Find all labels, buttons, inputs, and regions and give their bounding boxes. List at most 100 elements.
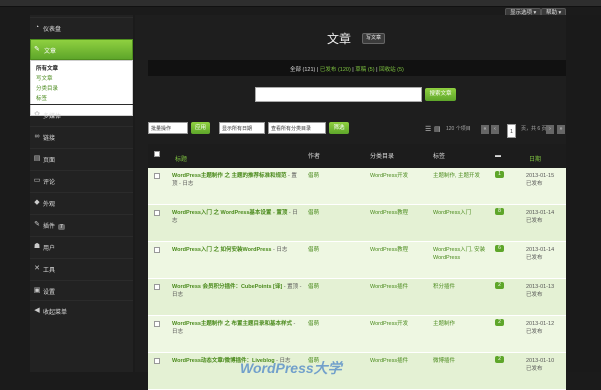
post-title[interactable]: WordPress 会员积分插件：CubePoints [译] - 置顶 - 日… <box>172 283 302 299</box>
post-author[interactable]: 倡萌 <box>308 172 319 180</box>
comment-count-badge[interactable]: 2 <box>495 282 504 289</box>
post-title[interactable]: WordPress入门 之 如何安装WordPress - 日志 <box>172 246 302 254</box>
next-page-button[interactable]: › <box>546 125 554 134</box>
submenu-all-posts[interactable]: 所有文章 <box>36 64 58 72</box>
comment-count-badge[interactable]: 8 <box>495 208 504 215</box>
last-page-button[interactable]: » <box>557 125 565 134</box>
comment-count-badge[interactable]: 6 <box>495 245 504 252</box>
filter-trash-label: 回收站 <box>379 67 396 73</box>
sidebar-item-label: 插件 7 <box>43 221 65 230</box>
filter-all[interactable]: 全部 (121) <box>290 67 315 73</box>
filter-button[interactable]: 筛选 <box>329 122 349 134</box>
row-checkbox[interactable] <box>154 321 160 327</box>
post-category[interactable]: WordPress开发 <box>370 320 408 328</box>
post-tags[interactable]: 主题制作 <box>433 320 493 328</box>
table-row: WordPress 会员积分插件：CubePoints [译] - 置顶 - 日… <box>148 279 566 316</box>
row-checkbox[interactable] <box>154 173 160 179</box>
post-status: 已发布 <box>526 255 543 261</box>
post-tags[interactable]: 主题制作, 主题开发 <box>433 172 493 180</box>
sidebar-item-posts[interactable]: ✎ 文章 <box>30 39 133 60</box>
post-author[interactable]: 倡萌 <box>308 209 319 217</box>
column-date[interactable]: 日期 <box>529 154 541 163</box>
current-page-input[interactable]: 1 <box>507 124 516 138</box>
add-new-post-button[interactable]: 写文章 <box>362 33 386 44</box>
post-date: 2013-01-12 已发布 <box>526 320 554 336</box>
post-title-link[interactable]: WordPress主题制作 之 布置主题目录和基本样式 <box>172 321 292 327</box>
post-author[interactable]: 倡萌 <box>308 320 319 328</box>
post-title[interactable]: WordPress主题制作 之 布置主题目录和基本样式 - 日志 <box>172 320 302 336</box>
prev-page-button[interactable]: ‹ <box>491 125 499 134</box>
post-state: - 日志 <box>271 247 288 253</box>
post-tags[interactable]: 微博插件 <box>433 357 493 365</box>
sidebar-item-label: 链接 <box>43 136 56 142</box>
post-status: 已发布 <box>526 181 543 187</box>
apply-button[interactable]: 应用 <box>191 122 210 134</box>
page-gutter <box>566 15 601 372</box>
post-category[interactable]: WordPress插件 <box>370 357 408 365</box>
post-author[interactable]: 倡萌 <box>308 246 319 254</box>
post-title-link[interactable]: WordPress入门 之 如何安装WordPress <box>172 247 271 253</box>
first-page-button[interactable]: « <box>481 125 489 134</box>
search-posts-input[interactable] <box>255 87 422 102</box>
filter-all-label: 全部 <box>290 67 302 73</box>
sidebar-item-pages[interactable]: ▤ 页面 <box>30 148 133 169</box>
post-title[interactable]: WordPress主题制作 之 主题的推荐标准和规范 - 置顶 - 日志 <box>172 172 302 188</box>
sidebar-item-tools[interactable]: ✕ 工具 <box>30 258 133 279</box>
post-tags[interactable]: 积分插件 <box>433 283 493 291</box>
comment-count-badge[interactable]: 2 <box>495 319 504 326</box>
comment-count-badge[interactable]: 1 <box>495 171 504 178</box>
post-category[interactable]: WordPress插件 <box>370 283 408 291</box>
submenu-add-new[interactable]: 写文章 <box>36 74 53 82</box>
search-posts-button[interactable]: 搜索文章 <box>425 88 456 101</box>
category-filter-select[interactable]: 查看所有分类目录 <box>268 122 326 134</box>
sidebar-item-plugins[interactable]: ✎ 插件 7 <box>30 214 133 235</box>
comment-count-badge[interactable]: 2 <box>495 356 504 363</box>
post-date: 2013-01-14 已发布 <box>526 209 554 225</box>
items-count: 120 个项目 <box>446 126 471 132</box>
comments-column-icon[interactable]: ▬ <box>495 153 501 159</box>
list-view-icon[interactable]: ☰ <box>425 126 432 133</box>
select-all-checkbox[interactable] <box>154 151 160 157</box>
row-checkbox[interactable] <box>154 358 160 364</box>
sidebar-item-appearance[interactable]: ◆ 外观 <box>30 192 133 213</box>
post-status: 已发布 <box>526 218 543 224</box>
submenu-categories[interactable]: 分类目录 <box>36 84 58 92</box>
row-checkbox[interactable] <box>154 284 160 290</box>
filter-published[interactable]: 已发布 (120) <box>320 67 351 73</box>
post-tags[interactable]: WordPress入门 <box>433 209 493 217</box>
sidebar-item-label: 设置 <box>43 290 56 296</box>
sidebar-item-comments[interactable]: ▭ 评论 <box>30 170 133 191</box>
collapse-menu-button[interactable]: ◀ 收起菜单 <box>30 300 133 321</box>
sidebar-item-dashboard[interactable]: ◔ 仪表盘 <box>30 17 133 38</box>
filter-trash[interactable]: 回收站 (5) <box>379 67 404 73</box>
column-title[interactable]: 标题 <box>175 154 187 163</box>
sidebar-item-label: 多媒体 <box>43 114 62 120</box>
sidebar-item-media[interactable]: ✿ 多媒体 <box>30 104 133 125</box>
bulk-actions-select[interactable]: 批量操作 <box>148 122 188 134</box>
date-filter-select[interactable]: 显示所有日期 <box>219 122 265 134</box>
post-status: 已发布 <box>526 366 543 372</box>
sidebar-item-links[interactable]: ∞ 链接 <box>30 126 133 147</box>
filter-drafts-count: (5) <box>367 67 375 73</box>
post-author[interactable]: 倡萌 <box>308 283 319 291</box>
post-title[interactable]: WordPress入门 之 WordPress基本设置 - 置顶 - 日志 <box>172 209 302 225</box>
row-checkbox[interactable] <box>154 210 160 216</box>
appearance-icon: ◆ <box>34 199 40 206</box>
sidebar-item-settings[interactable]: ▣ 设置 <box>30 280 133 301</box>
post-tags[interactable]: WordPress入门, 安装WordPress <box>433 246 493 262</box>
post-category[interactable]: WordPress教程 <box>370 209 408 217</box>
post-title-link[interactable]: WordPress主题制作 之 主题的推荐标准和规范 <box>172 173 287 179</box>
sidebar-item-users[interactable]: ☗ 用户 <box>30 236 133 257</box>
post-title-link[interactable]: WordPress入门 之 WordPress基本设置 - 置顶 <box>172 210 287 216</box>
media-icon: ✿ <box>34 111 40 118</box>
filter-drafts[interactable]: 草稿 (5) <box>355 67 374 73</box>
row-checkbox[interactable] <box>154 247 160 253</box>
post-category[interactable]: WordPress教程 <box>370 246 408 254</box>
post-title-link[interactable]: WordPress 会员积分插件：CubePoints [译] <box>172 284 282 290</box>
post-date-value: 2013-01-10 <box>526 358 555 364</box>
post-date-value: 2013-01-14 <box>526 210 555 216</box>
submenu-tags[interactable]: 标签 <box>36 94 47 102</box>
post-category[interactable]: WordPress开发 <box>370 172 408 180</box>
collapse-icon: ◀ <box>34 307 40 314</box>
excerpt-view-icon[interactable]: ▤ <box>434 126 441 133</box>
